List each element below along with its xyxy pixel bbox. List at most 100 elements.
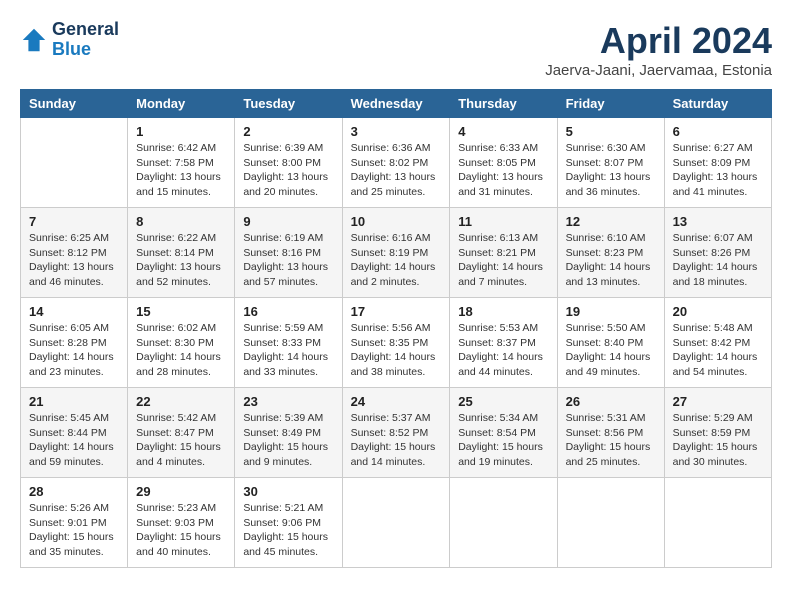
day-number: 30 [243, 484, 333, 499]
day-number: 23 [243, 394, 333, 409]
day-info: Sunrise: 6:33 AM Sunset: 8:05 PM Dayligh… [458, 141, 548, 200]
day-info: Sunrise: 5:31 AM Sunset: 8:56 PM Dayligh… [566, 411, 656, 470]
day-number: 7 [29, 214, 119, 229]
day-info: Sunrise: 5:23 AM Sunset: 9:03 PM Dayligh… [136, 501, 226, 560]
calendar-cell: 7Sunrise: 6:25 AM Sunset: 8:12 PM Daylig… [21, 208, 128, 298]
day-of-week-header: Sunday [21, 90, 128, 118]
calendar-cell [21, 118, 128, 208]
day-info: Sunrise: 5:53 AM Sunset: 8:37 PM Dayligh… [458, 321, 548, 380]
logo-text: General Blue [52, 20, 119, 60]
page-header: General Blue April 2024 Jaerva-Jaani, Ja… [20, 20, 772, 79]
day-number: 27 [673, 394, 763, 409]
calendar-cell: 9 Sunrise: 6:19 AM Sunset: 8:16 PM Daylig… [235, 208, 342, 298]
day-info: Sunrise: 6:42 AM Sunset: 7:58 PM Dayligh… [136, 141, 226, 200]
day-number: 24 [351, 394, 442, 409]
day-number: 3 [351, 124, 442, 139]
calendar-cell: 27 Sunrise: 5:29 AM Sunset: 8:59 PM Dayli… [664, 388, 771, 478]
calendar-cell: 30 Sunrise: 5:21 AM Sunset: 9:06 PM Dayli… [235, 478, 342, 568]
day-number: 6 [673, 124, 763, 139]
day-number: 12 [566, 214, 656, 229]
calendar-cell: 17Sunrise: 5:56 AM Sunset: 8:35 PM Dayli… [342, 298, 450, 388]
calendar-cell: 26 Sunrise: 5:31 AM Sunset: 8:56 PM Dayli… [557, 388, 664, 478]
day-info: Sunrise: 6:27 AM Sunset: 8:09 PM Dayligh… [673, 141, 763, 200]
day-number: 26 [566, 394, 656, 409]
logo-icon [20, 26, 48, 54]
day-number: 22 [136, 394, 226, 409]
day-info: Sunrise: 5:42 AM Sunset: 8:47 PM Dayligh… [136, 411, 226, 470]
day-number: 2 [243, 124, 333, 139]
day-info: Sunrise: 6:16 AM Sunset: 8:19 PM Dayligh… [351, 231, 442, 290]
logo-blue: Blue [52, 39, 91, 59]
calendar-cell: 16Sunrise: 5:59 AM Sunset: 8:33 PM Dayli… [235, 298, 342, 388]
day-info: Sunrise: 6:07 AM Sunset: 8:26 PM Dayligh… [673, 231, 763, 290]
calendar-cell: 29Sunrise: 5:23 AM Sunset: 9:03 PM Dayli… [128, 478, 235, 568]
calendar-cell: 14 Sunrise: 6:05 AM Sunset: 8:28 PM Dayli… [21, 298, 128, 388]
day-info: Sunrise: 5:45 AM Sunset: 8:44 PM Dayligh… [29, 411, 119, 470]
day-info: Sunrise: 5:37 AM Sunset: 8:52 PM Dayligh… [351, 411, 442, 470]
calendar-cell: 25 Sunrise: 5:34 AM Sunset: 8:54 PM Dayli… [450, 388, 557, 478]
day-info: Sunrise: 5:59 AM Sunset: 8:33 PM Dayligh… [243, 321, 333, 380]
calendar-cell: 13 Sunrise: 6:07 AM Sunset: 8:26 PM Dayli… [664, 208, 771, 298]
day-info: Sunrise: 6:10 AM Sunset: 8:23 PM Dayligh… [566, 231, 656, 290]
calendar-cell: 1 Sunrise: 6:42 AM Sunset: 7:58 PM Daylig… [128, 118, 235, 208]
day-number: 21 [29, 394, 119, 409]
day-info: Sunrise: 5:21 AM Sunset: 9:06 PM Dayligh… [243, 501, 333, 560]
day-of-week-header: Wednesday [342, 90, 450, 118]
calendar-cell: 22 Sunrise: 5:42 AM Sunset: 8:47 PM Dayli… [128, 388, 235, 478]
calendar-header-row: SundayMondayTuesdayWednesdayThursdayFrid… [21, 90, 772, 118]
calendar-cell: 12 Sunrise: 6:10 AM Sunset: 8:23 PM Dayli… [557, 208, 664, 298]
day-info: Sunrise: 5:34 AM Sunset: 8:54 PM Dayligh… [458, 411, 548, 470]
calendar-cell [450, 478, 557, 568]
location: Jaerva-Jaani, Jaervamaa, Estonia [545, 62, 772, 79]
calendar-cell: 10 Sunrise: 6:16 AM Sunset: 8:19 PM Dayli… [342, 208, 450, 298]
calendar-cell: 15 Sunrise: 6:02 AM Sunset: 8:30 PM Dayli… [128, 298, 235, 388]
day-number: 5 [566, 124, 656, 139]
day-number: 1 [136, 124, 226, 139]
calendar-cell: 20Sunrise: 5:48 AM Sunset: 8:42 PM Dayli… [664, 298, 771, 388]
day-number: 10 [351, 214, 442, 229]
calendar-cell: 21 Sunrise: 5:45 AM Sunset: 8:44 PM Dayli… [21, 388, 128, 478]
day-info: Sunrise: 6:13 AM Sunset: 8:21 PM Dayligh… [458, 231, 548, 290]
day-number: 8 [136, 214, 226, 229]
day-info: Sunrise: 6:05 AM Sunset: 8:28 PM Dayligh… [29, 321, 119, 380]
day-info: Sunrise: 5:26 AM Sunset: 9:01 PM Dayligh… [29, 501, 119, 560]
calendar-cell: 3 Sunrise: 6:36 AM Sunset: 8:02 PM Daylig… [342, 118, 450, 208]
day-number: 11 [458, 214, 548, 229]
day-info: Sunrise: 6:19 AM Sunset: 8:16 PM Dayligh… [243, 231, 333, 290]
calendar-cell: 4Sunrise: 6:33 AM Sunset: 8:05 PM Daylig… [450, 118, 557, 208]
calendar-cell [664, 478, 771, 568]
calendar-cell: 18 Sunrise: 5:53 AM Sunset: 8:37 PM Dayli… [450, 298, 557, 388]
day-info: Sunrise: 5:29 AM Sunset: 8:59 PM Dayligh… [673, 411, 763, 470]
day-number: 19 [566, 304, 656, 319]
day-of-week-header: Friday [557, 90, 664, 118]
day-info: Sunrise: 6:02 AM Sunset: 8:30 PM Dayligh… [136, 321, 226, 380]
day-number: 9 [243, 214, 333, 229]
calendar-cell: 24 Sunrise: 5:37 AM Sunset: 8:52 PM Dayli… [342, 388, 450, 478]
calendar-week-row: 21 Sunrise: 5:45 AM Sunset: 8:44 PM Dayli… [21, 388, 772, 478]
day-number: 18 [458, 304, 548, 319]
day-of-week-header: Monday [128, 90, 235, 118]
calendar-cell: 8 Sunrise: 6:22 AM Sunset: 8:14 PM Daylig… [128, 208, 235, 298]
day-number: 14 [29, 304, 119, 319]
day-info: Sunrise: 6:30 AM Sunset: 8:07 PM Dayligh… [566, 141, 656, 200]
month-title: April 2024 [545, 20, 772, 62]
calendar-cell: 19 Sunrise: 5:50 AM Sunset: 8:40 PM Dayli… [557, 298, 664, 388]
day-number: 13 [673, 214, 763, 229]
day-of-week-header: Tuesday [235, 90, 342, 118]
calendar-table: SundayMondayTuesdayWednesdayThursdayFrid… [20, 89, 772, 568]
logo-general: General [52, 19, 119, 39]
day-info: Sunrise: 6:36 AM Sunset: 8:02 PM Dayligh… [351, 141, 442, 200]
day-of-week-header: Saturday [664, 90, 771, 118]
day-number: 25 [458, 394, 548, 409]
day-info: Sunrise: 6:22 AM Sunset: 8:14 PM Dayligh… [136, 231, 226, 290]
calendar-cell [342, 478, 450, 568]
calendar-cell: 6 Sunrise: 6:27 AM Sunset: 8:09 PM Daylig… [664, 118, 771, 208]
day-of-week-header: Thursday [450, 90, 557, 118]
logo: General Blue [20, 20, 119, 60]
day-info: Sunrise: 5:39 AM Sunset: 8:49 PM Dayligh… [243, 411, 333, 470]
calendar-cell: 23 Sunrise: 5:39 AM Sunset: 8:49 PM Dayli… [235, 388, 342, 478]
calendar-cell [557, 478, 664, 568]
day-number: 15 [136, 304, 226, 319]
day-info: Sunrise: 5:48 AM Sunset: 8:42 PM Dayligh… [673, 321, 763, 380]
day-info: Sunrise: 5:50 AM Sunset: 8:40 PM Dayligh… [566, 321, 656, 380]
